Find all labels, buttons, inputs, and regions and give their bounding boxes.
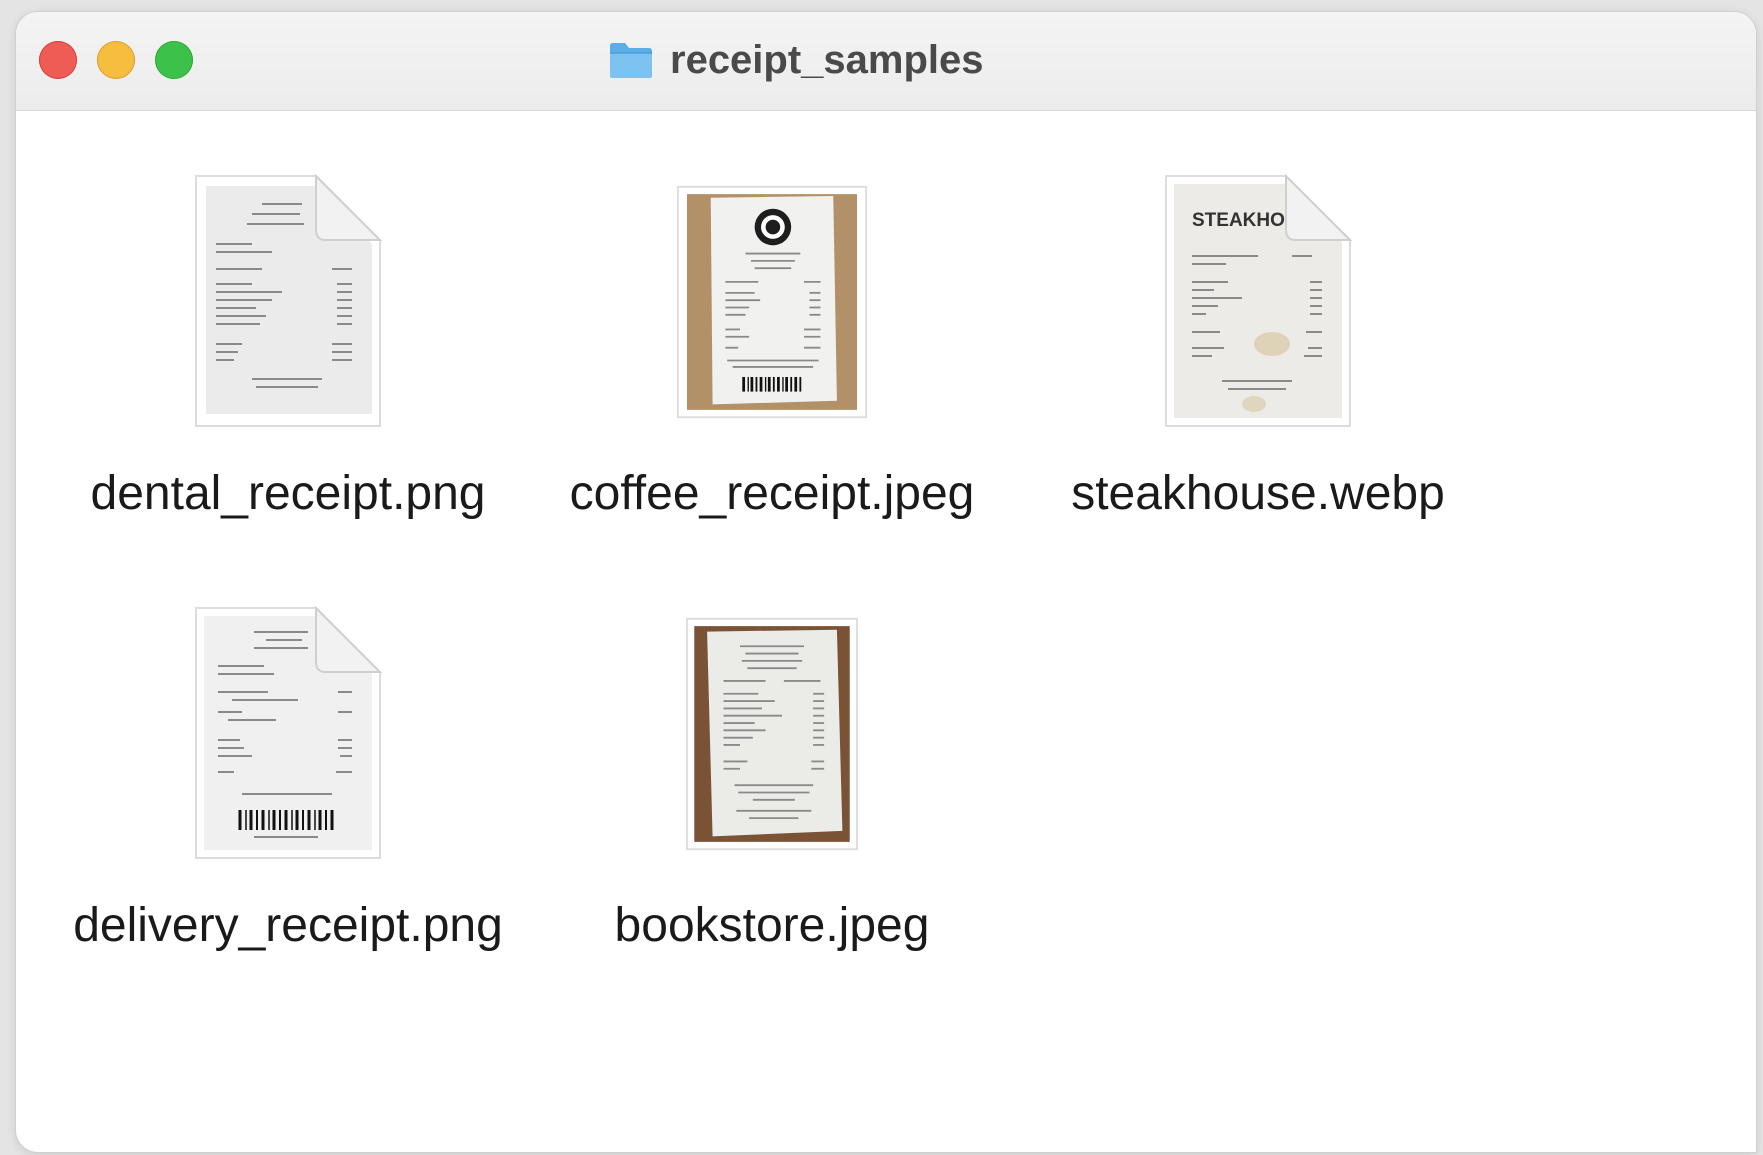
- image-file-thumbnail[interactable]: [192, 606, 384, 862]
- image-file-thumbnail[interactable]: [676, 174, 868, 430]
- window-title-group: receipt_samples: [608, 34, 984, 86]
- file-item[interactable]: STEAKHO steakhouse.webp: [1018, 174, 1498, 521]
- file-name[interactable]: dental_receipt.png: [91, 466, 486, 521]
- file-name[interactable]: bookstore.jpeg: [615, 898, 930, 953]
- file-item[interactable]: delivery_receipt.png: [48, 606, 528, 953]
- image-file-thumbnail[interactable]: [676, 606, 868, 862]
- finder-window: receipt_samples dental_receipt.png coffe…: [16, 12, 1756, 1152]
- title-bar[interactable]: receipt_samples: [16, 12, 1756, 111]
- file-item[interactable]: dental_receipt.png: [48, 174, 528, 521]
- close-button[interactable]: [39, 41, 77, 79]
- image-file-thumbnail[interactable]: STEAKHO: [1162, 174, 1354, 430]
- image-file-thumbnail[interactable]: [192, 174, 384, 430]
- zoom-button[interactable]: [155, 41, 193, 79]
- file-item[interactable]: bookstore.jpeg: [532, 606, 1012, 953]
- receipt-header-text: STEAKHO: [1192, 210, 1285, 231]
- window-title: receipt_samples: [670, 37, 984, 82]
- minimize-button[interactable]: [97, 41, 135, 79]
- file-name[interactable]: delivery_receipt.png: [73, 898, 503, 953]
- file-name[interactable]: steakhouse.webp: [1071, 466, 1445, 521]
- file-item[interactable]: coffee_receipt.jpeg: [532, 174, 1012, 521]
- folder-icon: [610, 43, 652, 78]
- file-grid: dental_receipt.png coffee_receipt.jpeg S…: [16, 111, 1756, 1152]
- file-name[interactable]: coffee_receipt.jpeg: [570, 466, 975, 521]
